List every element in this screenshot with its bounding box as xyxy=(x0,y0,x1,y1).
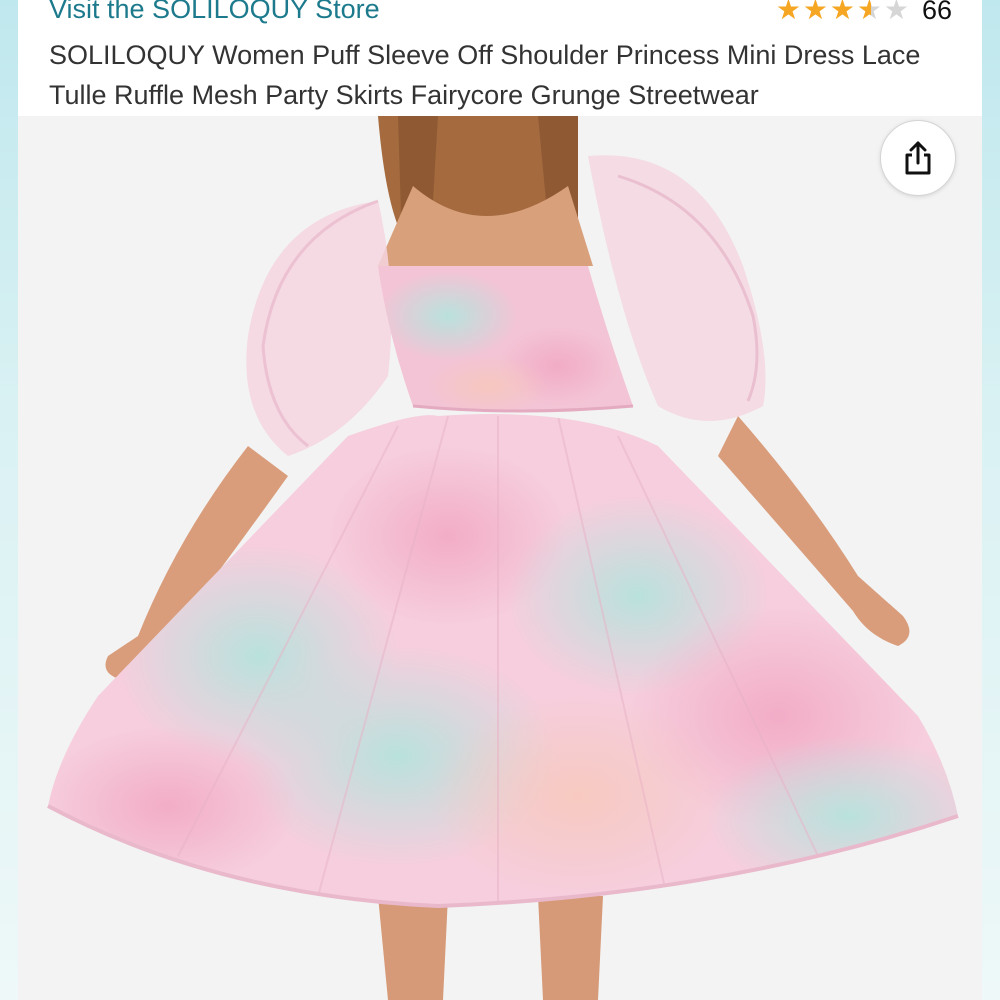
left-edge-bar xyxy=(0,0,18,1000)
star-icon: ★ xyxy=(775,0,801,25)
product-image[interactable] xyxy=(18,116,982,1000)
star-half-icon: ★ xyxy=(856,0,883,26)
store-link[interactable]: Visit the SOLILOQUY Store xyxy=(49,0,380,25)
star-icon: ★ xyxy=(802,0,828,25)
product-title: SOLILOQUY Women Puff Sleeve Off Shoulder… xyxy=(49,40,921,110)
star-icon: ★ xyxy=(829,0,855,25)
product-header: Visit the SOLILOQUY Store ★ ★ ★ ★ ★ 66 S… xyxy=(18,0,982,116)
share-button[interactable] xyxy=(880,120,956,196)
rating-summary[interactable]: ★ ★ ★ ★ ★ 66 xyxy=(775,0,952,26)
dress-illustration xyxy=(47,116,959,1000)
rating-count[interactable]: 66 xyxy=(922,0,952,26)
right-edge-bar xyxy=(982,0,1000,1000)
share-icon xyxy=(905,141,931,175)
star-empty-icon: ★ xyxy=(883,0,909,25)
star-rating: ★ ★ ★ ★ ★ xyxy=(775,0,910,26)
